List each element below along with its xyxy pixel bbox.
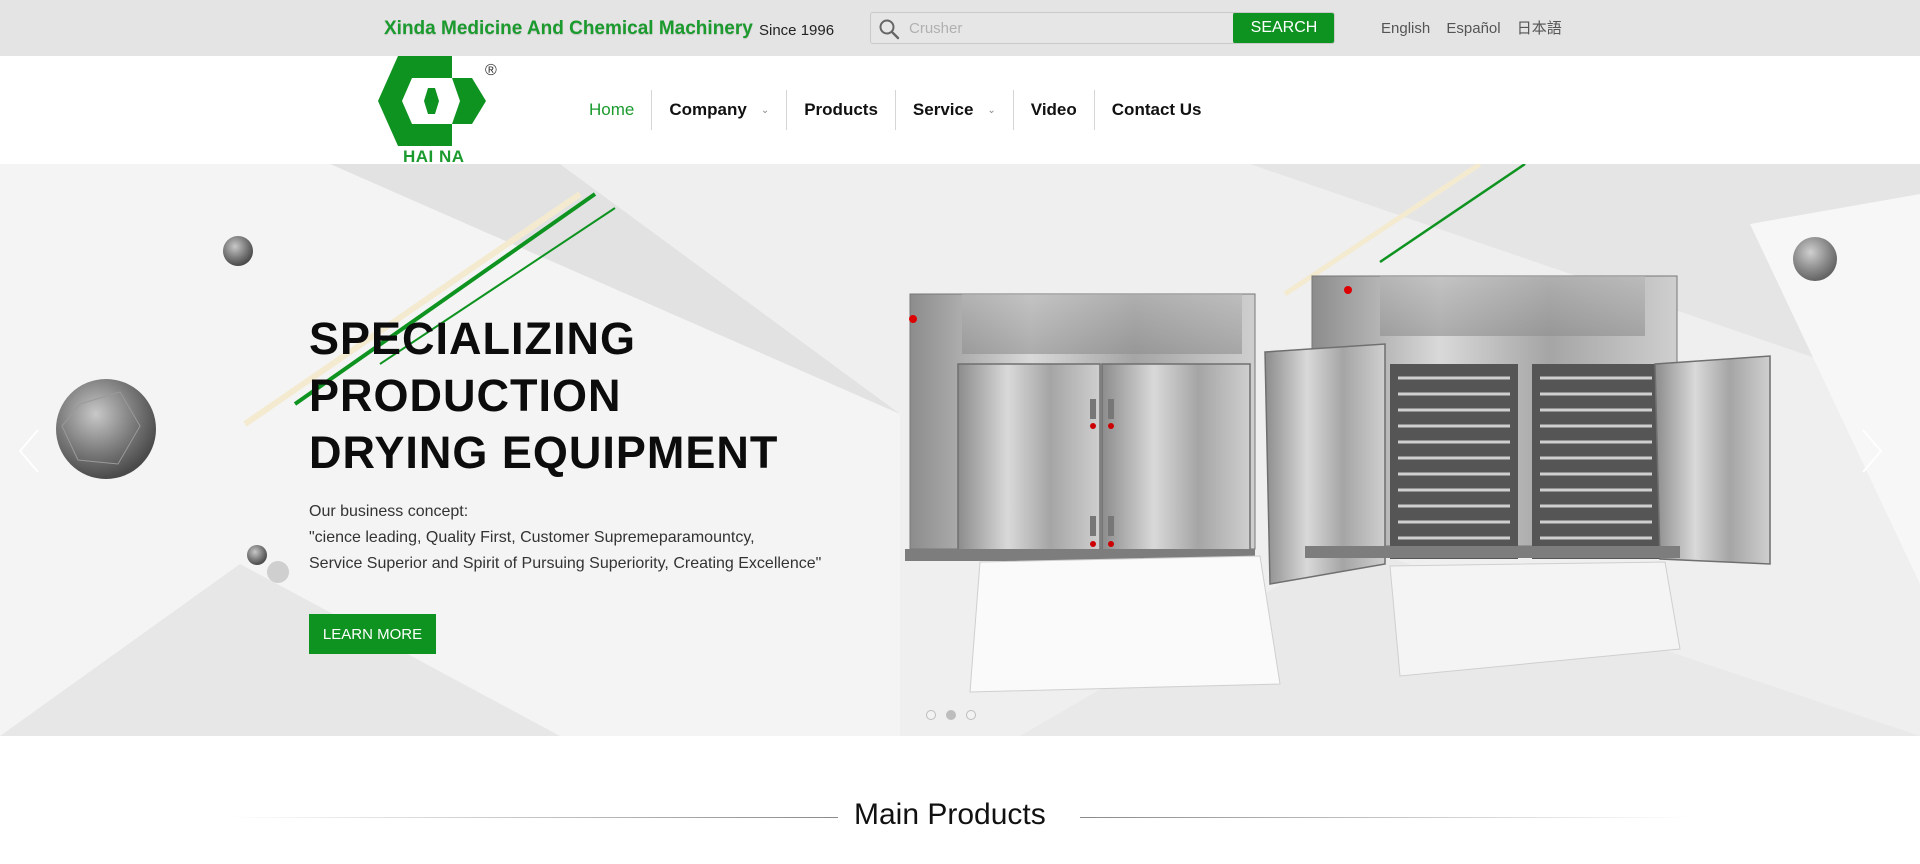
hero-background [0,164,1920,736]
slide-dot-1[interactable] [926,710,936,720]
language-spanish[interactable]: Español [1446,20,1500,37]
nav-video[interactable]: Video [1014,90,1094,130]
divider [1080,817,1692,818]
concept-line: Service Superior and Spirit of Pursuing … [309,555,822,572]
nav-company-label: Company [669,100,747,119]
search-box: SEARCH [870,12,1335,44]
search-input[interactable] [909,13,1281,43]
language-english[interactable]: English [1381,20,1430,37]
nav-company[interactable]: Company ⌄ [652,90,786,130]
language-switcher: English Español 日本語 [1381,17,1574,38]
nav-home[interactable]: Home [572,90,651,130]
nav-contact-us-label: Contact Us [1111,100,1202,119]
nav-service[interactable]: Service ⌄ [896,90,1013,130]
registered-mark: ® [485,62,497,79]
nav-service-label: Service [912,100,974,119]
main-products-section: Main Products [0,736,1920,864]
section-title: Main Products [854,798,1046,831]
logo-mark-icon [378,56,486,146]
learn-more-button[interactable]: LEARN MORE [309,614,436,654]
company-name: Xinda Medicine And Chemical Machinery [384,18,753,39]
search-button[interactable]: SEARCH [1233,13,1334,43]
nav-products-label: Products [804,100,878,119]
slide-dot-2[interactable] [946,710,956,720]
divider [228,817,838,818]
nav-home-label: Home [589,100,635,119]
main-nav: Home Company ⌄ Products Service ⌄ Video Co… [572,90,1219,130]
logo[interactable]: ® HAI NA [378,56,508,166]
chevron-right-icon[interactable] [1857,426,1887,476]
search-icon [879,19,900,40]
hero-banner: SPECIALIZING PRODUCTION DRYING EQUIPMENT… [0,164,1920,736]
hero-title-line: DRYING EQUIPMENT [309,427,779,478]
main-header: ® HAI NA Home Company ⌄ Products Service ⌄… [0,56,1920,166]
concept-line: "cience leading, Quality First, Customer… [309,529,755,546]
chevron-down-icon: ⌄ [987,104,996,116]
concept-line: Our business concept: [309,503,469,520]
business-concept: Our business concept: "cience leading, Q… [309,499,821,577]
hero-title-line: PRODUCTION [309,370,622,421]
slide-dot-3[interactable] [966,710,976,720]
slide-indicators [926,710,976,720]
nav-products[interactable]: Products [787,90,895,130]
hero-title-line: SPECIALIZING [309,313,637,364]
nav-contact-us[interactable]: Contact Us [1095,90,1219,130]
chevron-left-icon[interactable] [14,426,44,476]
top-bar: Xinda Medicine And Chemical Machinery Si… [0,0,1920,56]
hero-title: SPECIALIZING PRODUCTION DRYING EQUIPMENT [309,310,778,481]
language-japanese[interactable]: 日本語 [1517,20,1562,37]
nav-video-label: Video [1030,100,1077,119]
chevron-down-icon: ⌄ [760,104,770,116]
since-year: Since 1996 [759,22,835,39]
